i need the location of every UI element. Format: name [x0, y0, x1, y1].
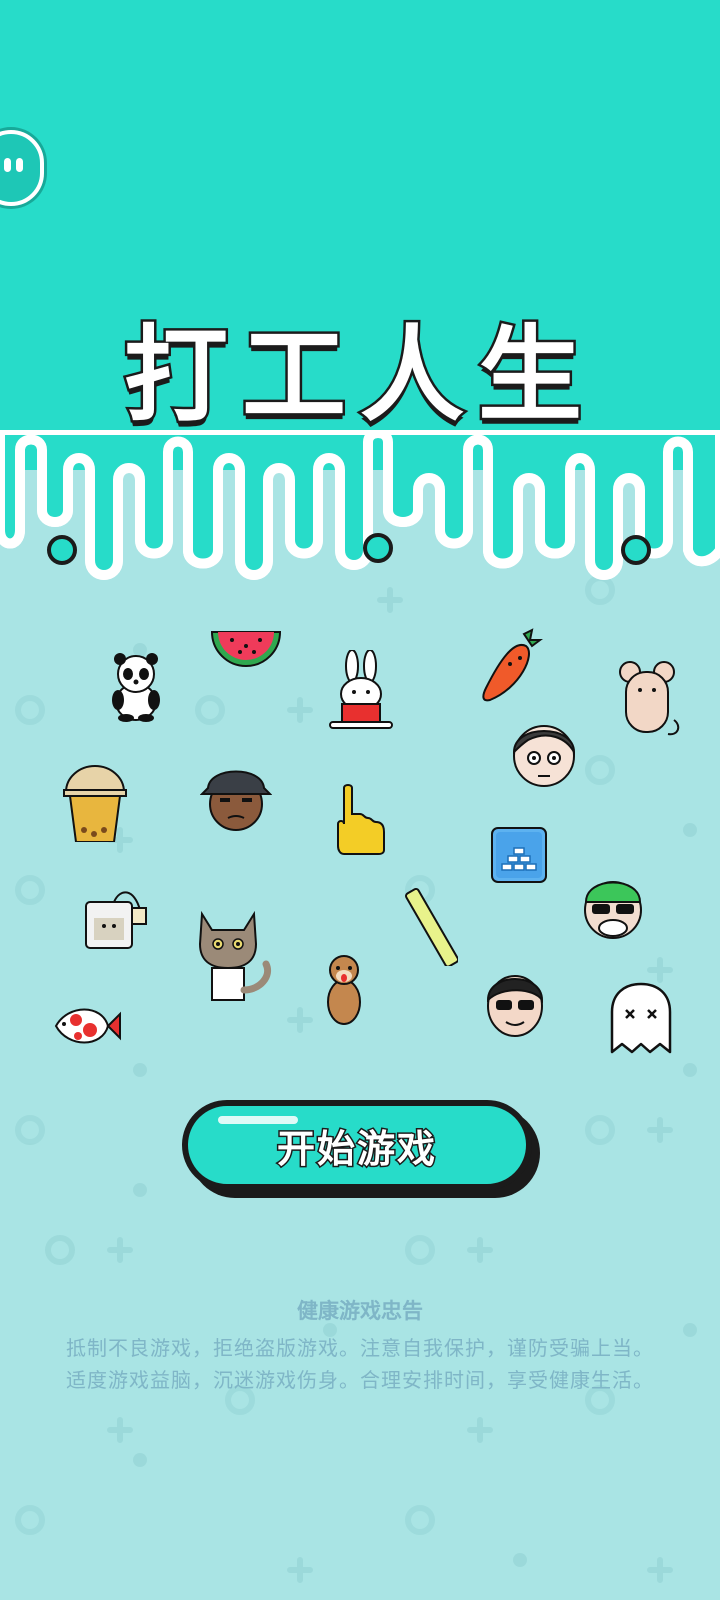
cat-icon	[198, 910, 271, 1001]
rabbit-icon	[329, 650, 393, 729]
otter-icon	[327, 955, 361, 1025]
game-title: 打工人生	[121, 312, 596, 439]
pointing-hand-icon	[337, 784, 385, 855]
slick-hair-man-icon	[512, 725, 576, 787]
carrot-icon	[482, 628, 543, 702]
sunglasses-man-icon	[486, 975, 544, 1037]
drip-divider	[0, 430, 720, 600]
badge-eye-icon	[16, 158, 23, 172]
tea-bag-icon	[85, 891, 147, 949]
green-cap-man-icon	[584, 881, 642, 939]
bubble-tea-icon	[63, 765, 127, 842]
gold-bars-icon	[491, 827, 547, 883]
health-notice-line-2: 适度游戏益脑，沉迷游戏伤身。合理安排时间，享受健康生活。	[66, 1368, 654, 1392]
start-game-button[interactable]: 开始游戏	[182, 1100, 532, 1190]
fish-icon	[54, 1008, 121, 1044]
straw-icon	[405, 887, 458, 966]
panda-icon	[112, 653, 160, 722]
ghost-icon	[610, 982, 672, 1054]
man-with-hat-icon	[200, 770, 272, 831]
mouse-icon	[619, 661, 680, 736]
watermelon-icon	[210, 631, 282, 667]
badge-eye-icon	[4, 158, 11, 172]
start-game-label: 开始游戏	[275, 1125, 437, 1172]
health-notice-line-1: 抵制不良游戏，拒绝盗版游戏。注意自我保护，谨防受骗上当。	[66, 1336, 654, 1360]
health-notice-title: 健康游戏忠告	[297, 1299, 423, 1323]
